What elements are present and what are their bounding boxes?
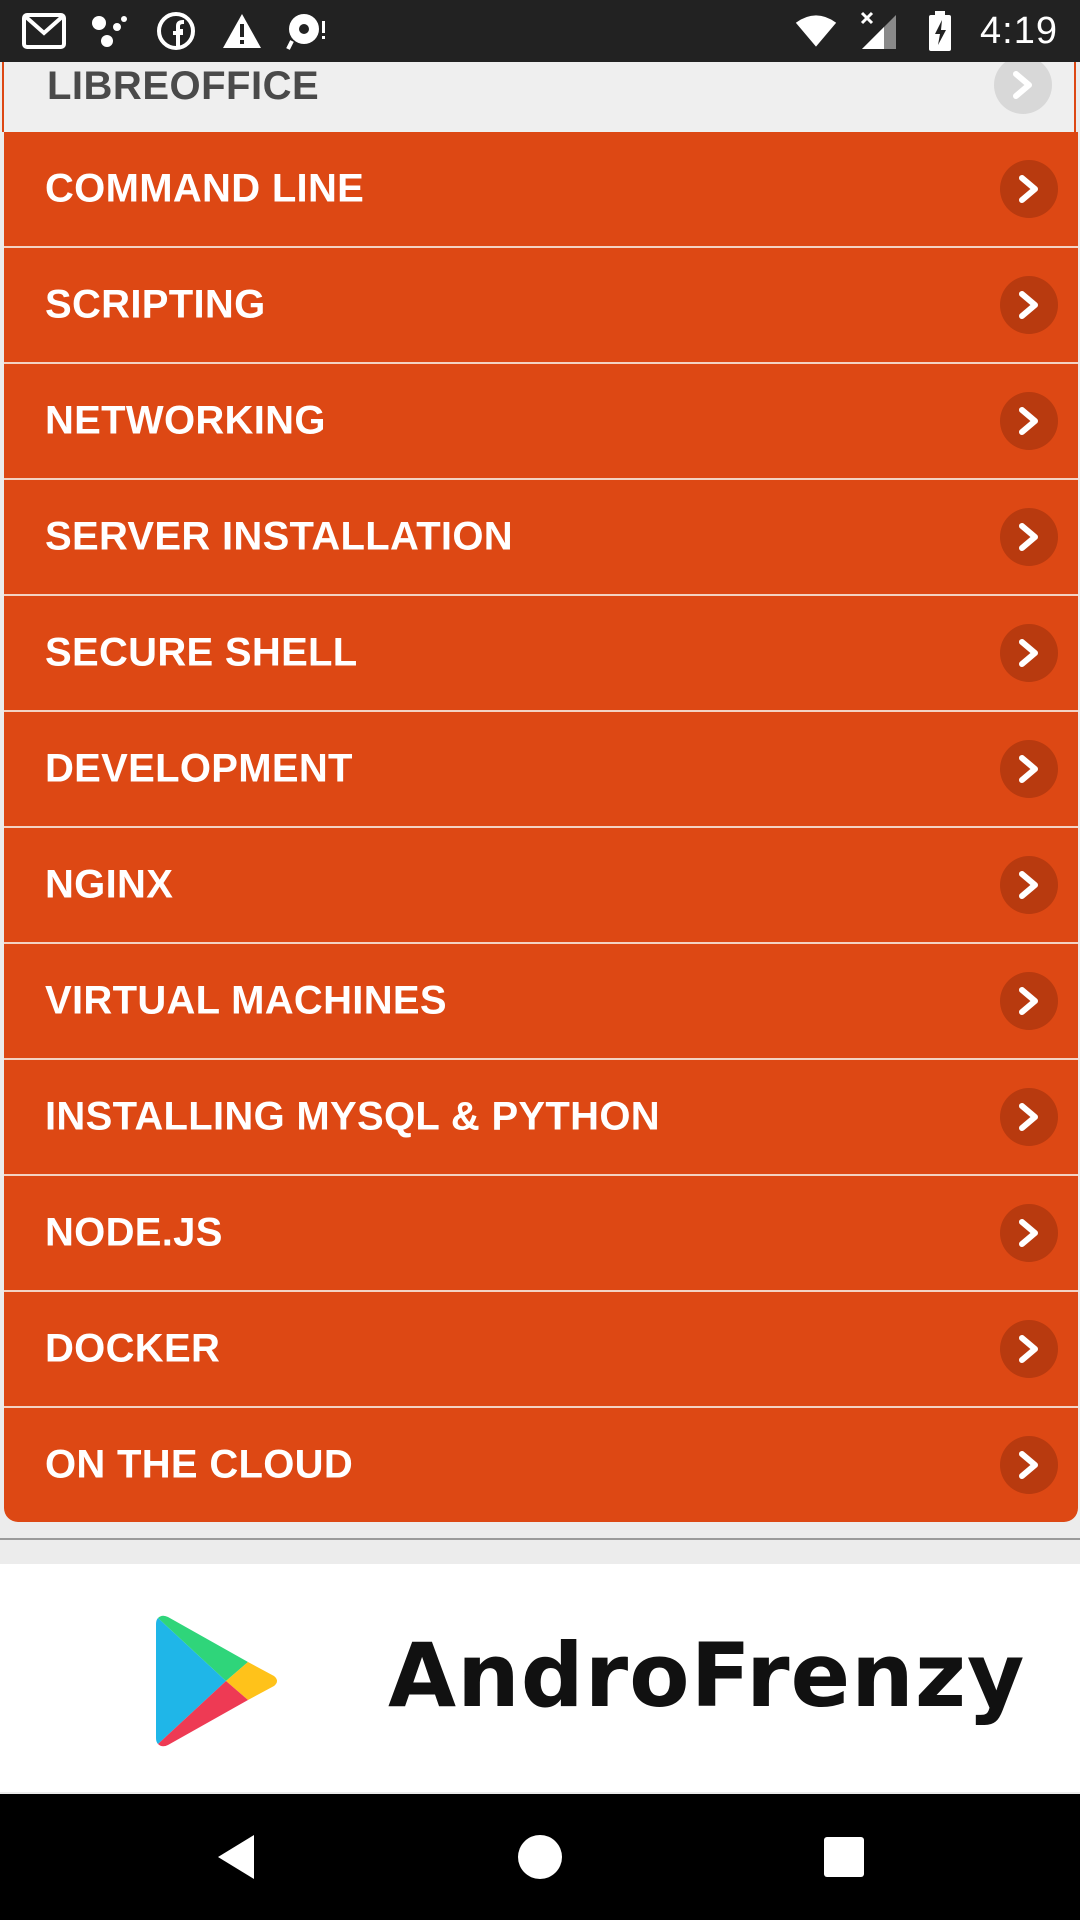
menu-item-label: ON THE CLOUD [45, 1442, 354, 1487]
menu-item[interactable]: NGINX [4, 828, 1078, 944]
podcast-icon [286, 11, 330, 51]
menu-item-label: NODE.JS [45, 1210, 223, 1255]
chevron-right-icon [1000, 1204, 1058, 1262]
assistant-icon [88, 11, 132, 51]
chevron-right-icon [1000, 740, 1058, 798]
menu-item[interactable]: SCRIPTING [4, 248, 1078, 364]
menu-item-label: COMMAND LINE [45, 166, 365, 211]
chevron-right-icon [1000, 856, 1058, 914]
chevron-right-icon [1000, 508, 1058, 566]
chevron-right-icon [1000, 1088, 1058, 1146]
chevron-right-icon [1000, 624, 1058, 682]
play-store-icon [156, 1614, 280, 1753]
content-area[interactable]: LIBREOFFICE COMMAND LINE SCRIPTING NETWORK… [0, 62, 1080, 1794]
chevron-right-icon [1000, 1436, 1058, 1494]
home-icon[interactable] [505, 1822, 575, 1892]
menu-item-label: DEVELOPMENT [45, 746, 353, 791]
chevron-right-icon [1000, 276, 1058, 334]
chevron-right-icon [1000, 1320, 1058, 1378]
menu-item[interactable]: DOCKER [4, 1292, 1078, 1408]
menu-item-label: SECURE SHELL [45, 630, 358, 675]
navigation-bar [0, 1794, 1080, 1920]
ad-brand-text: AndroFrenzy [388, 1624, 1026, 1727]
menu-item-label: INSTALLING MYSQL & PYTHON [45, 1094, 660, 1139]
menu-item-label: VIRTUAL MACHINES [45, 978, 447, 1023]
menu-item[interactable]: DEVELOPMENT [4, 712, 1078, 828]
menu-item-label: SERVER INSTALLATION [45, 514, 513, 559]
menu-item-libreoffice[interactable]: LIBREOFFICE [2, 62, 1076, 132]
warning-icon [220, 11, 264, 51]
menu-item[interactable]: NETWORKING [4, 364, 1078, 480]
menu-item[interactable]: SERVER INSTALLATION [4, 480, 1078, 596]
menu-item-label: SCRIPTING [45, 282, 266, 327]
menu-item[interactable]: VIRTUAL MACHINES [4, 944, 1078, 1060]
divider [0, 1538, 1080, 1540]
menu-item[interactable]: SECURE SHELL [4, 596, 1078, 712]
signal-icon [856, 11, 900, 51]
menu-item[interactable]: ON THE CLOUD [4, 1408, 1078, 1522]
menu-item-label: NGINX [45, 862, 174, 907]
menu-item-label: LIBREOFFICE [47, 64, 320, 108]
back-icon[interactable] [201, 1822, 271, 1892]
category-list: COMMAND LINE SCRIPTING NETWORKING SERVER IN… [4, 132, 1078, 1522]
recents-icon[interactable] [809, 1822, 879, 1892]
facebook-icon [154, 11, 198, 51]
chevron-right-icon [1000, 972, 1058, 1030]
clock: 4:19 [980, 9, 1058, 52]
chevron-right-icon [994, 62, 1052, 114]
battery-icon [918, 11, 962, 51]
chevron-right-icon [1000, 160, 1058, 218]
gmail-icon [22, 11, 66, 51]
menu-item-label: DOCKER [45, 1326, 221, 1371]
menu-item-label: NETWORKING [45, 398, 326, 443]
status-bar: 4:19 [0, 0, 1080, 62]
notification-icons [22, 11, 330, 51]
chevron-right-icon [1000, 392, 1058, 450]
menu-item[interactable]: NODE.JS [4, 1176, 1078, 1292]
menu-item[interactable]: COMMAND LINE [4, 132, 1078, 248]
ad-banner[interactable]: AndroFrenzy [0, 1564, 1080, 1792]
menu-item[interactable]: INSTALLING MYSQL & PYTHON [4, 1060, 1078, 1176]
wifi-icon [794, 11, 838, 51]
system-icons: 4:19 [794, 10, 1058, 53]
